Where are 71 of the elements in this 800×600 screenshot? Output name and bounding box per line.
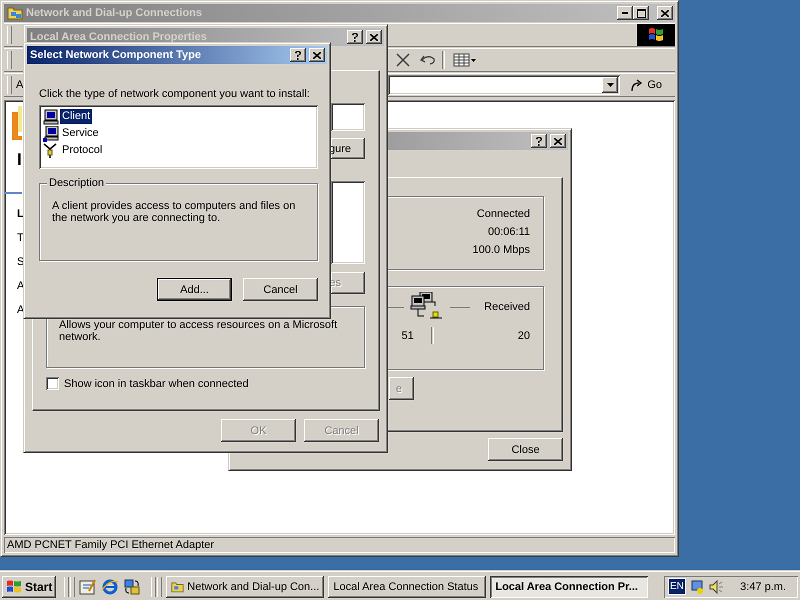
speaker-icon[interactable] [708,578,724,594]
sent-count: 51 [402,330,414,342]
caret-icon [606,83,614,87]
help-button[interactable] [531,134,547,148]
help-button[interactable] [347,30,363,44]
help-button[interactable] [290,48,306,62]
received-label: Received [484,301,530,313]
components-list[interactable] [331,181,365,264]
close-button[interactable]: Close [488,438,563,461]
list-item[interactable]: Client [60,109,92,124]
dialog-button[interactable]: Add... [157,278,232,301]
close-icon [661,10,669,16]
close-button[interactable] [309,48,325,62]
status-value: Connected [476,208,530,220]
close-button[interactable] [657,6,673,20]
checkbox[interactable] [46,377,59,390]
start-button[interactable]: Start [2,576,56,598]
help-icon [294,50,302,60]
close-button[interactable] [550,134,566,148]
maximize-button[interactable] [633,6,649,20]
undo-icon[interactable] [420,54,436,66]
pane-text: L [17,208,24,220]
maximize-icon [636,8,646,18]
dialog-button[interactable]: Cancel [243,278,318,301]
prompt-text: Click the type of network component you want to install: [39,88,311,100]
minimize-icon [622,12,628,14]
plug-icon [43,142,59,158]
taskbar-button[interactable]: Local Area Connection Pr... [490,576,648,598]
duration-value: 00:06:11 [488,226,530,238]
list-item[interactable]: Protocol [60,143,104,158]
taskbar-button[interactable]: Local Area Connection Status [328,576,486,598]
flag-icon [6,580,22,594]
address-field[interactable] [388,75,620,95]
status-bar: AMD PCNET Family PCI Ethernet Adapter [4,537,675,553]
description-text: Allows your computer to access resources on a Microsoft network. [59,319,338,343]
address-label: A [16,79,24,91]
window-title: Network and Dial-up Connections [26,7,202,19]
folder-icon [7,6,23,20]
minimize-button[interactable] [617,6,633,20]
flag-logo [637,24,675,46]
checkbox-label: Show icon in taskbar when connected [64,378,249,390]
window-title: Local Area Connection Properties [30,31,207,43]
clock: 3:47 p.m. [740,580,786,592]
monitor-icon [43,108,59,124]
group-label: Description [47,177,106,189]
network-icon[interactable] [688,578,705,594]
help-icon [351,32,359,42]
banner-icon [12,106,22,142]
help-icon [535,136,543,146]
views-icon[interactable] [453,53,477,67]
received-count: 20 [518,330,530,342]
adapter-field [331,103,365,131]
sync-icon[interactable] [123,578,142,596]
language-indicator[interactable]: EN [668,578,686,595]
close-icon [313,52,321,58]
description-text: A client provides access to computers and files on the network you are connecting to. [52,200,296,224]
desktop-icon[interactable] [79,578,98,596]
list-item[interactable]: Service [60,126,101,141]
cross-icon[interactable] [396,53,410,67]
close-icon [554,138,562,144]
pane-text: I [17,150,22,170]
folder-icon [171,580,184,594]
close-icon [370,34,378,40]
close-button[interactable] [366,30,382,44]
pane-text: T [17,232,24,244]
window-title: Select Network Component Type [30,49,201,61]
globe-icon[interactable] [101,578,120,596]
curved-arrow-icon [630,78,644,92]
taskbar-button[interactable]: Network and Dial-up Con... [166,576,324,598]
speed-value: 100.0 Mbps [472,244,530,256]
computer-icon [43,126,59,142]
